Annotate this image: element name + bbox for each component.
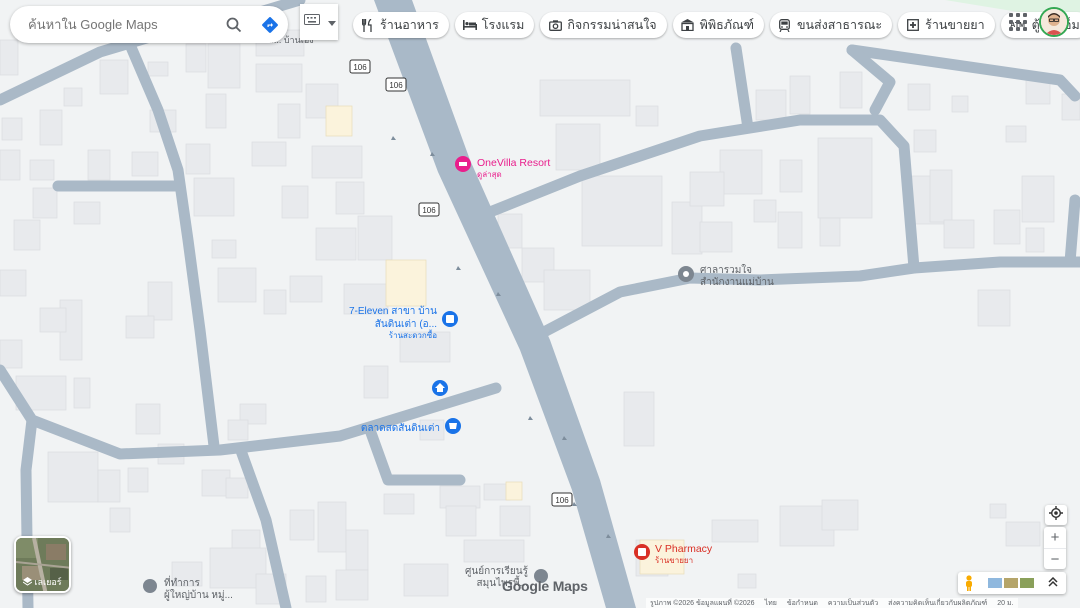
hotel-icon <box>459 162 467 166</box>
chip-label: กิจกรรมน่าสนใจ <box>567 18 657 32</box>
pegman-icon[interactable] <box>958 575 980 591</box>
place-name-line1: ศาลารวมใจ <box>700 264 752 276</box>
place-name: V Pharmacy <box>655 543 713 555</box>
footer-terms[interactable]: ข้อกำหนด <box>787 598 818 608</box>
chevron-down-icon[interactable] <box>328 13 336 31</box>
street-view-bar <box>958 572 1066 594</box>
avatar[interactable] <box>1039 7 1069 37</box>
chip-label: พิพิธภัณฑ์ <box>699 18 754 32</box>
place-home-pin[interactable] <box>432 380 448 396</box>
chip-museums[interactable]: พิพิธภัณฑ์ <box>672 12 764 38</box>
keyboard-icon <box>304 13 322 31</box>
route-shield-label: 106 <box>389 81 403 90</box>
zoom-in-button[interactable]: + <box>1044 527 1066 548</box>
apps-grid-icon[interactable] <box>1008 12 1028 32</box>
chip-restaurants[interactable]: ร้านอาหาร <box>353 12 449 38</box>
imagery-thumbnails[interactable] <box>988 578 1034 588</box>
chip-hotels[interactable]: โรงแรม <box>454 12 535 38</box>
chip-label: ร้านขายยา <box>925 18 985 32</box>
layers-icon <box>23 576 33 588</box>
zoom-controls: + − <box>1044 527 1066 569</box>
route-shield-label: 106 <box>353 63 367 72</box>
chip-transit[interactable]: ขนส่งสาธารณะ <box>769 12 893 38</box>
pharmacy-icon <box>906 18 920 32</box>
restaurant-icon <box>361 18 375 32</box>
map-canvas[interactable]: 106 106 106 106 OneVilla Resort ดูล่าสุด… <box>0 0 1080 608</box>
place-name-line1: 7-Eleven สาขา บ้าน <box>349 305 437 317</box>
place-subtitle: ร้านขายยา <box>655 556 693 565</box>
transit-icon <box>778 18 792 32</box>
my-location-button[interactable] <box>1045 505 1067 525</box>
footer-language[interactable]: ไทย <box>765 598 777 608</box>
category-chips: ร้านอาหาร โรงแรม กิจกรรมน่าสนใจ พิพิธภัณ… <box>353 12 1080 38</box>
place-name-line2: สันดินเต่า (อ... <box>375 319 437 330</box>
footer-feedback[interactable]: ส่งความคิดเห็นเกี่ยวกับผลิตภัณฑ์ <box>888 598 987 608</box>
my-location-icon <box>1049 505 1063 525</box>
google-maps-logo: Google Maps <box>502 578 588 594</box>
directions-icon[interactable] <box>252 7 288 43</box>
chip-label: ขนส่งสาธารณะ <box>796 18 883 32</box>
place-name-line2: สำนักงานแม่บ้าน <box>700 276 774 288</box>
place-subtitle: ดูล่าสุด <box>477 170 502 180</box>
input-tools-button[interactable] <box>300 4 338 40</box>
building-icon <box>683 271 689 277</box>
place-name-line1: ที่ทำการ <box>164 575 200 589</box>
search-box[interactable] <box>10 6 288 43</box>
place-name-line2: ผู้ใหญ่บ้าน หมู่... <box>164 589 233 601</box>
chip-pharmacies[interactable]: ร้านขายยา <box>898 12 995 38</box>
place-name: ตลาดสดสันดินเต่า <box>361 423 440 434</box>
route-shield-label: 106 <box>555 496 569 505</box>
museum-icon <box>681 18 695 32</box>
footer-privacy[interactable]: ความเป็นส่วนตัว <box>828 598 878 608</box>
hotel-icon <box>462 18 477 32</box>
place-name-line1: ศูนย์การเรียนรู้ <box>465 565 529 577</box>
cart-icon <box>449 423 457 429</box>
pharmacy-icon <box>638 548 646 556</box>
route-shield-label: 106 <box>422 206 436 215</box>
chip-things-to-do[interactable]: กิจกรรมน่าสนใจ <box>540 12 667 38</box>
map-footer: รูปภาพ ©2026 ข้อมูลแผนที่ ©2026 ไทย ข้อก… <box>646 598 1018 608</box>
search-input[interactable] <box>28 17 216 32</box>
search-icon[interactable] <box>216 7 252 43</box>
footer-scale[interactable]: 20 ม. <box>997 598 1013 608</box>
layers-label: เลเยอร์ <box>16 575 69 589</box>
place-name: OneVilla Resort <box>477 157 550 169</box>
chevron-up-icon[interactable] <box>1048 574 1058 592</box>
zoom-out-button[interactable]: − <box>1044 548 1066 569</box>
shop-icon <box>446 315 454 323</box>
layers-button[interactable]: เลเยอร์ <box>14 536 71 593</box>
place-subtitle: ร้านสะดวกซื้อ <box>389 329 437 340</box>
chip-label: โรงแรม <box>481 18 525 32</box>
footer-attribution: รูปภาพ ©2026 ข้อมูลแผนที่ ©2026 <box>650 600 755 607</box>
camera-icon <box>548 18 562 32</box>
chip-label: ร้านอาหาร <box>380 18 439 32</box>
